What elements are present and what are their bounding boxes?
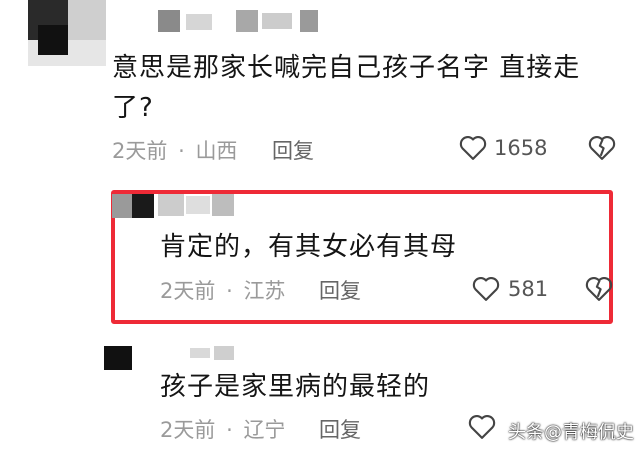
username[interactable] [158,194,236,216]
meta-separator: · [226,279,233,303]
like-button[interactable] [471,274,501,302]
heart-outline-icon [471,274,501,302]
comment-meta: 2天前 · 辽宁 [160,414,285,444]
meta-separator: · [226,418,233,442]
like-button[interactable] [467,412,497,440]
watermark: 头条@青梅侃史 [508,422,634,443]
comment-text-line: 了? [112,93,154,123]
comment-text-line: 意思是那家长喊完自己孩子名字 直接走 [112,53,581,83]
meta-separator: · [178,139,185,163]
avatar[interactable] [28,0,106,66]
comment-meta: 2天前 · 江苏 [160,275,285,305]
broken-heart-icon [587,133,617,161]
comment-time: 2天前 [112,139,168,163]
reply-button[interactable]: 回复 [272,135,314,165]
broken-heart-icon [584,274,614,302]
like-count: 1658 [494,136,548,160]
avatar[interactable] [104,346,132,370]
comment-region: 辽宁 [243,418,286,442]
dislike-button[interactable] [587,133,617,161]
reply-button[interactable]: 回复 [319,414,361,444]
heart-outline-icon [458,133,488,161]
like-count: 581 [508,277,549,301]
comment-region: 江苏 [243,279,286,303]
reply-button[interactable]: 回复 [319,275,361,305]
comment-text: 肯定的，有其女必有其母 [160,232,458,262]
comment-text: 孩子是家里病的最轻的 [160,372,431,402]
avatar[interactable] [112,194,154,218]
comment-meta: 2天前 · 山西 [112,135,237,165]
comment-region: 山西 [195,139,238,163]
heart-outline-icon [467,412,497,440]
comment-time: 2天前 [160,279,216,303]
dislike-button[interactable] [584,274,614,302]
comment-time: 2天前 [160,418,216,442]
comment-text: 意思是那家长喊完自己孩子名字 直接走 了? [112,48,612,128]
username[interactable] [190,346,236,360]
username[interactable] [158,10,328,32]
like-button[interactable] [458,133,488,161]
